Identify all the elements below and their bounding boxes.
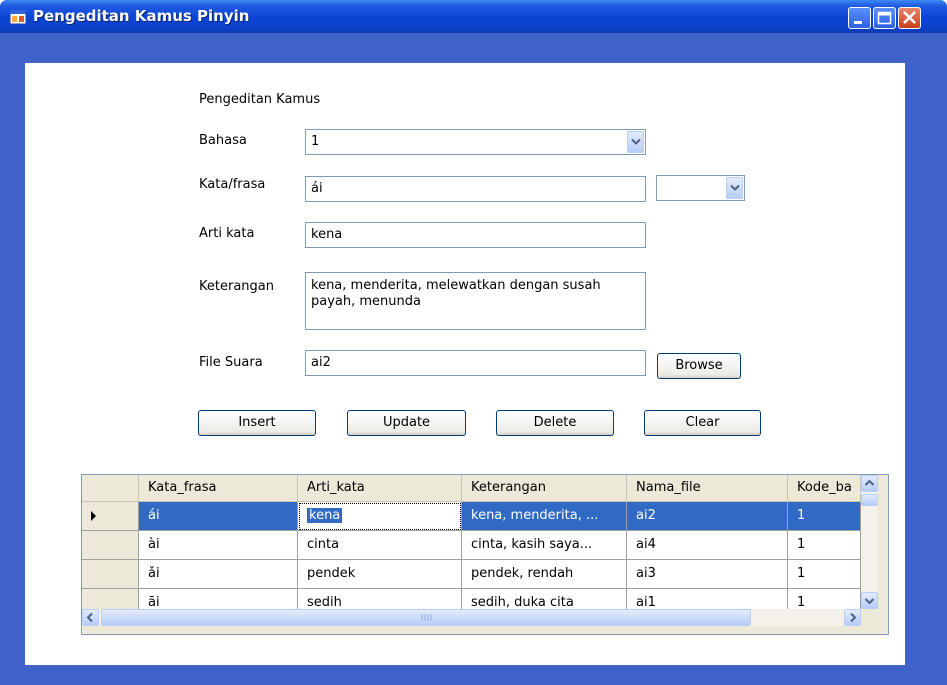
kata-dropdown-button[interactable]: [726, 177, 743, 199]
maximize-button[interactable]: [873, 7, 896, 29]
column-header[interactable]: Arti_kata: [298, 475, 462, 502]
arti-input[interactable]: kena: [305, 222, 646, 248]
browse-button[interactable]: Browse: [657, 353, 741, 379]
kata-input[interactable]: ái: [305, 176, 646, 202]
insert-button[interactable]: Insert: [198, 410, 316, 436]
window-title: Pengeditan Kamus Pinyin: [33, 7, 250, 25]
bahasa-label: Bahasa: [199, 133, 247, 148]
grid-cell[interactable]: 1: [788, 531, 861, 560]
maximize-icon: [877, 11, 892, 25]
bahasa-combobox[interactable]: 1: [305, 129, 646, 155]
file-suara-input[interactable]: ai2: [305, 350, 646, 376]
dropdown-arrow-icon: [730, 184, 740, 191]
delete-button[interactable]: Delete: [496, 410, 614, 436]
update-button[interactable]: Update: [347, 410, 466, 436]
app-icon[interactable]: [9, 9, 27, 25]
minimize-button[interactable]: [848, 7, 871, 29]
close-icon: [903, 11, 916, 24]
grid-cell[interactable]: pendek, rendah: [462, 560, 627, 589]
scroll-right-icon: [850, 612, 857, 623]
scrollbar-corner: [861, 609, 878, 626]
title-bar[interactable]: Pengeditan Kamus Pinyin: [0, 0, 947, 33]
grid-cell[interactable]: cinta: [298, 531, 462, 560]
data-grid[interactable]: Kata_frasa Arti_kata Keterangan Nama_fil…: [81, 474, 889, 635]
grid-cell[interactable]: ài: [139, 531, 298, 560]
scroll-up-button[interactable]: [861, 475, 878, 492]
close-button[interactable]: [898, 7, 921, 29]
grid-cell[interactable]: ǎi: [139, 560, 298, 589]
keterangan-textarea[interactable]: kena, menderita, melewatkan dengan susah…: [305, 272, 646, 330]
keterangan-label: Keterangan: [199, 279, 274, 294]
bahasa-dropdown-button[interactable]: [627, 131, 644, 153]
vertical-scroll-thumb[interactable]: [861, 494, 878, 506]
grid-cell[interactable]: ai4: [627, 531, 788, 560]
arti-label: Arti kata: [199, 226, 255, 241]
grid-cell[interactable]: ai2: [627, 502, 788, 531]
grid-cell[interactable]: ái: [139, 502, 298, 531]
grid-cell[interactable]: kena: [298, 502, 462, 531]
column-header[interactable]: Keterangan: [462, 475, 627, 502]
bahasa-combobox-value: 1: [311, 134, 320, 149]
minimize-icon: [854, 21, 862, 24]
kata-label: Kata/frasa: [199, 177, 266, 192]
scroll-down-button[interactable]: [861, 592, 878, 609]
vertical-scrollbar[interactable]: [861, 475, 878, 609]
scroll-right-button[interactable]: [844, 609, 861, 626]
grid-corner-header: [82, 475, 139, 502]
grid-cell[interactable]: kena, menderita, ...: [462, 502, 627, 531]
scroll-down-icon: [864, 598, 875, 605]
grid-cell[interactable]: 1: [788, 560, 861, 589]
column-header[interactable]: Nama_file: [627, 475, 788, 502]
row-indicator-icon: [91, 511, 96, 521]
main-window: Pengeditan Kamus Pinyin Pengeditan Kamus…: [0, 0, 947, 685]
column-header[interactable]: Kata_frasa: [139, 475, 298, 502]
grid-cell-text: kena: [307, 508, 343, 523]
grid-cell[interactable]: ai3: [627, 560, 788, 589]
form-heading: Pengeditan Kamus: [199, 92, 321, 107]
scroll-left-icon: [86, 612, 93, 623]
grid-cell[interactable]: pendek: [298, 560, 462, 589]
grid-cell[interactable]: cinta, kasih saya...: [462, 531, 627, 560]
row-header[interactable]: [82, 531, 139, 560]
clear-button[interactable]: Clear: [644, 410, 761, 436]
scroll-up-icon: [864, 479, 875, 486]
horizontal-scroll-thumb[interactable]: [101, 609, 751, 626]
kata-combobox[interactable]: [656, 175, 745, 201]
grip-icon: [421, 614, 432, 621]
column-header[interactable]: Kode_ba: [788, 475, 861, 502]
horizontal-scrollbar[interactable]: [82, 609, 861, 626]
row-header[interactable]: [82, 560, 139, 589]
dropdown-arrow-icon: [631, 138, 641, 145]
scroll-left-button[interactable]: [82, 609, 99, 626]
file-suara-label: File Suara: [199, 355, 263, 370]
grid-cell[interactable]: 1: [788, 502, 861, 531]
row-header[interactable]: [82, 502, 139, 531]
